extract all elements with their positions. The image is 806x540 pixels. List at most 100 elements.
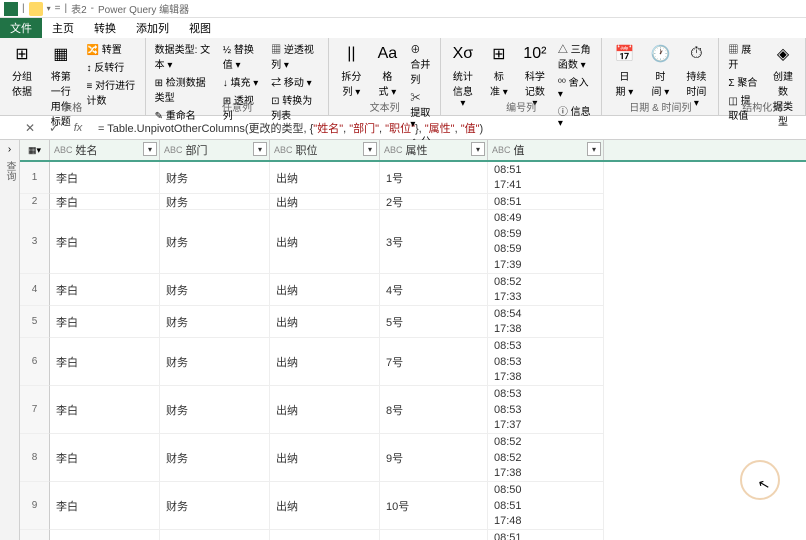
menu-transform[interactable]: 转换 xyxy=(84,18,126,38)
cell-pos[interactable]: 出纳 xyxy=(270,338,380,386)
row-number[interactable]: 8 xyxy=(20,434,50,482)
cell-dept[interactable]: 财务 xyxy=(160,210,270,274)
cell-attr[interactable]: 3号 xyxy=(380,210,488,274)
table-row[interactable]: 10李白财务出纳11号08:5108:5117:46 xyxy=(20,530,806,540)
sidebar-expand-icon[interactable]: › xyxy=(8,144,11,155)
cell-dept[interactable]: 财务 xyxy=(160,386,270,434)
cell-dept[interactable]: 财务 xyxy=(160,482,270,530)
table-row[interactable]: 2李白财务出纳2号08:51 xyxy=(20,194,806,210)
standard-button[interactable]: ⊞ 标 准 ▾ xyxy=(483,40,515,100)
cell-attr[interactable]: 9号 xyxy=(380,434,488,482)
cell-val[interactable]: 08:5208:5217:38 xyxy=(488,434,604,482)
merge-cols-button[interactable]: ⊕ 合并列 xyxy=(407,40,433,87)
cell-name[interactable]: 李白 xyxy=(50,210,160,274)
filter-dropdown-icon[interactable]: ▾ xyxy=(471,142,485,156)
cell-name[interactable]: 李白 xyxy=(50,306,160,338)
cell-pos[interactable]: 出纳 xyxy=(270,386,380,434)
cell-attr[interactable]: 4号 xyxy=(380,274,488,306)
filter-dropdown-icon[interactable]: ▾ xyxy=(587,142,601,156)
cell-dept[interactable]: 财务 xyxy=(160,434,270,482)
table-row[interactable]: 6李白财务出纳7号08:5308:5317:38 xyxy=(20,338,806,386)
replace-values-button[interactable]: ½ 替换值 ▾ xyxy=(220,40,264,72)
menu-addcol[interactable]: 添加列 xyxy=(126,18,179,38)
cell-attr[interactable]: 10号 xyxy=(380,482,488,530)
cell-name[interactable]: 李白 xyxy=(50,274,160,306)
unpivot-button[interactable]: ▦ 逆透视列 ▾ xyxy=(268,40,322,72)
queries-sidebar[interactable]: › 查询 xyxy=(0,140,20,540)
cell-name[interactable]: 李白 xyxy=(50,162,160,194)
menu-file[interactable]: 文件 xyxy=(0,18,42,38)
col-header-name[interactable]: ABC姓名▾ xyxy=(50,140,160,160)
cell-name[interactable]: 李白 xyxy=(50,194,160,210)
row-number[interactable]: 9 xyxy=(20,482,50,530)
table-row[interactable]: 7李白财务出纳8号08:5308:5317:37 xyxy=(20,386,806,434)
cell-pos[interactable]: 出纳 xyxy=(270,274,380,306)
row-number[interactable]: 5 xyxy=(20,306,50,338)
cell-attr[interactable]: 1号 xyxy=(380,162,488,194)
cell-dept[interactable]: 财务 xyxy=(160,338,270,386)
cell-pos[interactable]: 出纳 xyxy=(270,482,380,530)
cell-pos[interactable]: 出纳 xyxy=(270,306,380,338)
format-button[interactable]: Aa 格 式 ▾ xyxy=(371,40,403,100)
cell-name[interactable]: 李白 xyxy=(50,338,160,386)
expand-button[interactable]: ▦ 展开 xyxy=(725,40,763,72)
cell-attr[interactable]: 7号 xyxy=(380,338,488,386)
move-button[interactable]: ⇄ 移动 ▾ xyxy=(268,73,322,90)
cell-pos[interactable]: 出纳 xyxy=(270,194,380,210)
cell-pos[interactable]: 出纳 xyxy=(270,210,380,274)
group-by-button[interactable]: ⊞ 分组 依据 xyxy=(6,40,38,100)
cell-dept[interactable]: 财务 xyxy=(160,306,270,338)
table-row[interactable]: 5李白财务出纳5号08:5417:38 xyxy=(20,306,806,338)
cell-dept[interactable]: 财务 xyxy=(160,194,270,210)
cell-name[interactable]: 李白 xyxy=(50,386,160,434)
cell-name[interactable]: 李白 xyxy=(50,434,160,482)
cell-val[interactable]: 08:4908:5908:5917:39 xyxy=(488,210,604,274)
cell-name[interactable]: 李白 xyxy=(50,482,160,530)
row-number[interactable]: 7 xyxy=(20,386,50,434)
cell-val[interactable]: 08:5417:38 xyxy=(488,306,604,338)
cell-val[interactable]: 08:5217:33 xyxy=(488,274,604,306)
table-row[interactable]: 4李白财务出纳4号08:5217:33 xyxy=(20,274,806,306)
table-row[interactable]: 9李白财务出纳10号08:5008:5117:48 xyxy=(20,482,806,530)
row-number[interactable]: 3 xyxy=(20,210,50,274)
filter-dropdown-icon[interactable]: ▾ xyxy=(253,142,267,156)
row-number[interactable]: 10 xyxy=(20,530,50,540)
cell-dept[interactable]: 财务 xyxy=(160,274,270,306)
row-number[interactable]: 1 xyxy=(20,162,50,194)
cell-val[interactable]: 08:5308:5317:37 xyxy=(488,386,604,434)
split-col-button[interactable]: || 拆分 列 ▾ xyxy=(335,40,367,100)
cell-attr[interactable]: 8号 xyxy=(380,386,488,434)
cell-pos[interactable]: 出纳 xyxy=(270,434,380,482)
table-row[interactable]: 1李白财务出纳1号08:5117:41 xyxy=(20,162,806,194)
cell-pos[interactable]: 出纳 xyxy=(270,530,380,540)
create-type-button[interactable]: ◈ 创建数 据类型 xyxy=(767,40,799,130)
table-row[interactable]: 3李白财务出纳3号08:4908:5908:5917:39 xyxy=(20,210,806,274)
cell-attr[interactable]: 2号 xyxy=(380,194,488,210)
filter-dropdown-icon[interactable]: ▾ xyxy=(363,142,377,156)
date-button[interactable]: 📅 日 期 ▾ xyxy=(608,40,640,100)
col-header-dept[interactable]: ABC部门▾ xyxy=(160,140,270,160)
cell-val[interactable]: 08:5108:5117:46 xyxy=(488,530,604,540)
menu-home[interactable]: 主页 xyxy=(42,18,84,38)
cell-attr[interactable]: 5号 xyxy=(380,306,488,338)
cell-val[interactable]: 08:5008:5117:48 xyxy=(488,482,604,530)
grid-corner[interactable]: ▦▾ xyxy=(20,140,50,160)
cell-attr[interactable]: 11号 xyxy=(380,530,488,540)
reverse-rows-button[interactable]: ↕ 反转行 xyxy=(84,58,139,75)
col-header-val[interactable]: ABC值▾ xyxy=(488,140,604,160)
row-number[interactable]: 4 xyxy=(20,274,50,306)
cell-val[interactable]: 08:5117:41 xyxy=(488,162,604,194)
use-first-row-button[interactable]: ▦ 将第一行 用作标题 xyxy=(42,40,80,130)
cell-val[interactable]: 08:51 xyxy=(488,194,604,210)
fill-button[interactable]: ↓ 填充 ▾ xyxy=(220,73,264,90)
cell-val[interactable]: 08:5308:5317:38 xyxy=(488,338,604,386)
aggregate-button[interactable]: Σ 聚合 xyxy=(725,73,763,90)
cell-name[interactable]: 李白 xyxy=(50,530,160,540)
menu-view[interactable]: 视图 xyxy=(179,18,221,38)
datatype-button[interactable]: 数据类型: 文本 ▾ xyxy=(152,40,216,72)
cell-dept[interactable]: 财务 xyxy=(160,162,270,194)
qat-dropdown-icon[interactable]: ▾ xyxy=(47,4,51,13)
col-header-pos[interactable]: ABC职位▾ xyxy=(270,140,380,160)
formula-cancel-button[interactable]: ✕ xyxy=(20,119,40,137)
round-button[interactable]: ⁰⁰ 舍入 ▾ xyxy=(555,73,596,101)
